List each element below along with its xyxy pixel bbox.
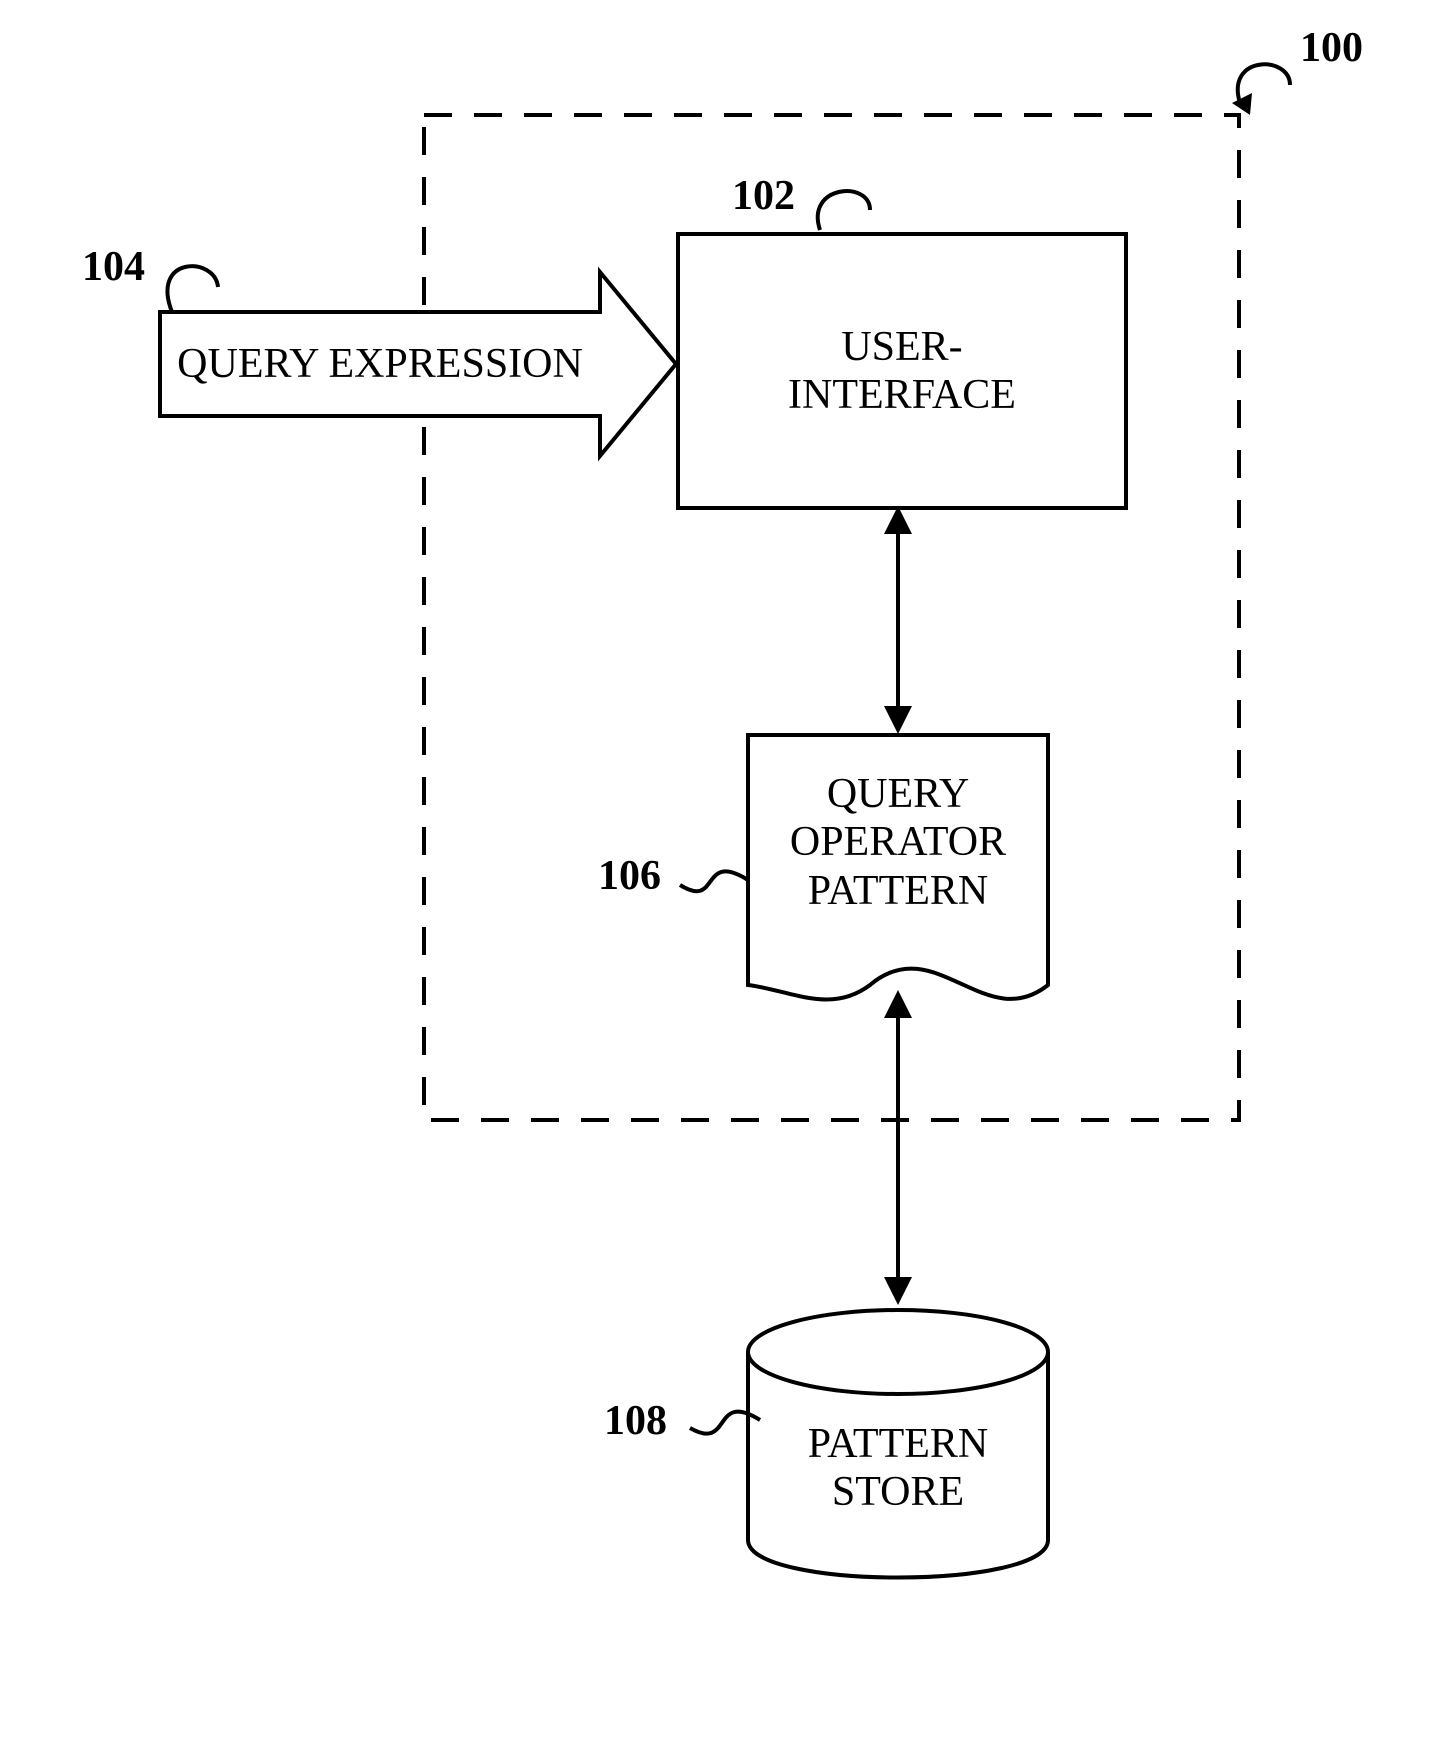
leader-108 xyxy=(0,0,1429,1750)
ref-108: 108 xyxy=(604,1400,667,1442)
diagram-stage: 100 USER- INTERFACE 102 QUERY EXPRESSION… xyxy=(0,0,1429,1750)
